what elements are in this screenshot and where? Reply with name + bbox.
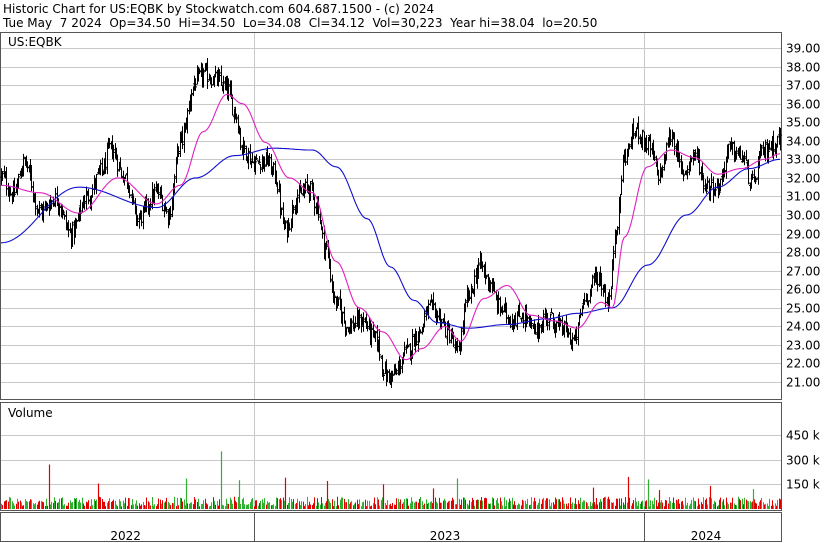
volume-tick-label: 300 k: [786, 454, 820, 468]
price-tick-label: 24.00: [786, 320, 820, 334]
time-axis: 2022 2023 2024: [0, 512, 782, 543]
price-tick-label: 25.00: [786, 302, 820, 316]
price-tick-label: 31.00: [786, 190, 820, 204]
price-tick-label: 26.00: [786, 283, 820, 297]
price-tick-label: 23.00: [786, 339, 820, 353]
stock-chart: 39.00 38.00 37.00 36.00 35.00 34.00 33.00 32.00…: [0, 32, 820, 543]
symbol-label: US:EQBK: [8, 35, 63, 49]
volume-panel: 450 k 300 k 150 k Volume: [0, 402, 820, 511]
price-tick-label: 34.00: [786, 135, 820, 149]
price-tick-label: 27.00: [786, 265, 820, 279]
price-tick-label: 39.00: [786, 42, 820, 56]
volume-title: Volume: [8, 406, 53, 420]
volume-axis-labels: 450 k 300 k 150 k: [786, 429, 820, 492]
price-tick-label: 36.00: [786, 98, 820, 112]
price-panel: 39.00 38.00 37.00 36.00 35.00 34.00 33.00 32.00…: [0, 32, 820, 400]
price-tick-label: 30.00: [786, 209, 820, 223]
price-tick-label: 21.00: [786, 376, 820, 390]
volume-tick-label: 450 k: [786, 429, 820, 443]
year-label: 2022: [110, 529, 141, 543]
price-tick-label: 35.00: [786, 116, 820, 130]
price-tick-label: 22.00: [786, 357, 820, 371]
price-tick-label: 33.00: [786, 153, 820, 167]
price-axis-labels: 39.00 38.00 37.00 36.00 35.00 34.00 33.00 32.00…: [786, 42, 820, 390]
price-tick-label: 37.00: [786, 79, 820, 93]
price-tick-label: 38.00: [786, 61, 820, 75]
volume-panel-frame: [0, 402, 782, 511]
volume-tick-label: 150 k: [786, 478, 820, 492]
price-tick-label: 29.00: [786, 228, 820, 242]
year-label: 2024: [691, 529, 722, 543]
year-label: 2023: [430, 529, 461, 543]
price-tick-label: 28.00: [786, 246, 820, 260]
price-tick-label: 32.00: [786, 172, 820, 186]
